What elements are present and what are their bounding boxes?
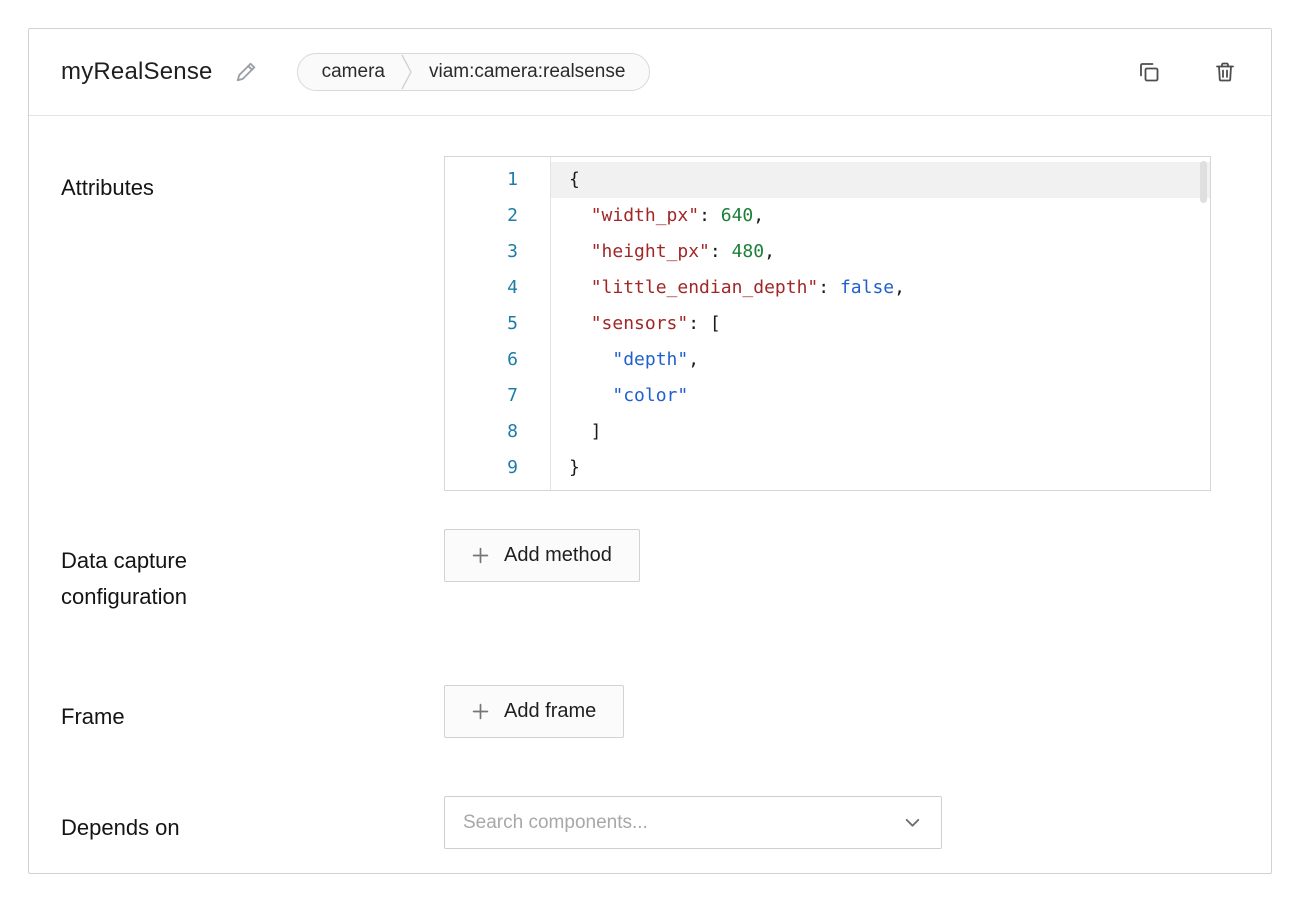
plus-icon bbox=[472, 703, 489, 720]
code-line[interactable]: ] bbox=[551, 414, 1210, 450]
component-name: myRealSense bbox=[61, 58, 213, 86]
chevron-down-icon bbox=[904, 814, 921, 831]
attributes-row: Attributes 123456789 { "width_px": 640, … bbox=[61, 156, 1239, 491]
component-card: myRealSense camera viam:camera:realsense bbox=[28, 28, 1272, 874]
code-line[interactable]: "sensors": [ bbox=[551, 306, 1210, 342]
code-line[interactable]: "width_px": 640, bbox=[551, 198, 1210, 234]
add-method-label: Add method bbox=[504, 544, 612, 567]
copy-icon bbox=[1137, 60, 1161, 84]
frame-label: Frame bbox=[61, 685, 261, 735]
code-line[interactable]: } bbox=[551, 450, 1210, 486]
add-frame-label: Add frame bbox=[504, 700, 596, 723]
code-line[interactable]: "color" bbox=[551, 378, 1210, 414]
add-method-button[interactable]: Add method bbox=[444, 529, 640, 582]
chevron-right-icon bbox=[401, 54, 413, 90]
edit-name-button[interactable] bbox=[231, 57, 261, 87]
attributes-label: Attributes bbox=[61, 156, 261, 206]
add-frame-button[interactable]: Add frame bbox=[444, 685, 624, 738]
header-actions bbox=[1133, 56, 1241, 88]
trash-icon bbox=[1213, 60, 1237, 84]
data-capture-row: Data capture configuration Add method bbox=[61, 529, 1239, 615]
code-line[interactable]: "depth", bbox=[551, 342, 1210, 378]
attributes-json-editor[interactable]: 123456789 { "width_px": 640, "height_px"… bbox=[444, 156, 1211, 491]
duplicate-button[interactable] bbox=[1133, 56, 1165, 88]
depends-on-select[interactable] bbox=[444, 796, 942, 849]
depends-on-label: Depends on bbox=[61, 796, 261, 846]
component-model: viam:camera:realsense bbox=[413, 61, 649, 83]
code-line[interactable]: "little_endian_depth": false, bbox=[551, 270, 1210, 306]
component-card-body: Attributes 123456789 { "width_px": 640, … bbox=[29, 116, 1271, 885]
editor-code[interactable]: { "width_px": 640, "height_px": 480, "li… bbox=[551, 157, 1210, 490]
search-components-input[interactable] bbox=[463, 812, 863, 834]
plus-icon bbox=[472, 547, 489, 564]
frame-row: Frame Add frame bbox=[61, 685, 1239, 738]
component-type-pill: camera viam:camera:realsense bbox=[297, 53, 651, 91]
delete-button[interactable] bbox=[1209, 56, 1241, 88]
editor-scrollbar[interactable] bbox=[1200, 161, 1207, 203]
editor-gutter: 123456789 bbox=[445, 157, 551, 490]
component-category: camera bbox=[298, 61, 401, 83]
component-card-header: myRealSense camera viam:camera:realsense bbox=[29, 29, 1271, 116]
code-line[interactable]: { bbox=[551, 162, 1210, 198]
pencil-icon bbox=[235, 61, 257, 83]
code-line[interactable]: "height_px": 480, bbox=[551, 234, 1210, 270]
depends-on-row: Depends on bbox=[61, 796, 1239, 849]
data-capture-label: Data capture configuration bbox=[61, 529, 261, 615]
